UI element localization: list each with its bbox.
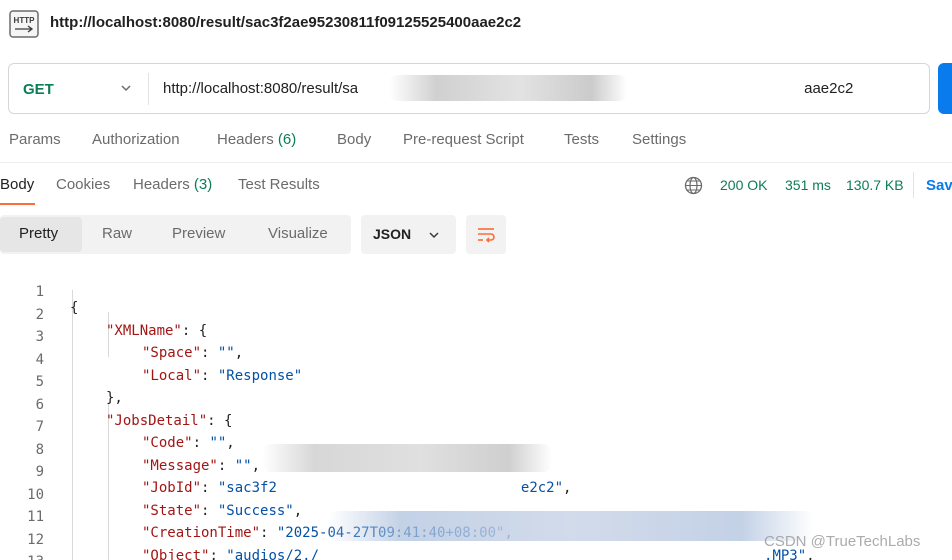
format-select[interactable]: JSON [361,215,456,254]
view-pretty[interactable]: Pretty [0,217,82,252]
tab-body[interactable]: Body [337,131,371,148]
code-line: 4 "Local": "Response" [35,352,303,384]
response-tab-test-results[interactable]: Test Results [238,176,320,193]
tab-tests[interactable]: Tests [564,131,599,148]
tabs-divider [0,162,952,163]
redaction-blur [262,444,552,472]
request-title[interactable]: http://localhost:8080/result/sac3f2ae952… [50,14,521,31]
chevron-down-icon[interactable] [119,81,133,95]
response-tab-cookies[interactable]: Cookies [56,176,110,193]
url-end: aae2c2 [804,80,854,97]
save-response-button[interactable]: Sav [926,177,952,194]
url-divider [148,73,149,105]
view-mode-group: Pretty Raw Preview Visualize [0,215,351,254]
headers-count: (6) [277,131,297,148]
code-line: 2 "XMLName": { [35,307,208,339]
response-tab-body[interactable]: Body [0,176,34,193]
code-line: 3 "Space": "", [35,329,244,361]
http-icon: HTTP [9,10,39,38]
response-headers-count: (3) [193,176,213,193]
method-select[interactable]: GET [23,81,54,98]
tab-settings[interactable]: Settings [632,131,686,148]
redaction-blur [328,511,814,541]
code-line: 5 }, [35,374,123,406]
wrap-lines-icon [478,228,495,243]
response-tab-headers[interactable]: Headers (3) [133,176,212,193]
code-line: 1 { [35,284,79,316]
view-preview[interactable]: Preview [172,225,225,242]
watermark: CSDN @TrueTechLabs [764,533,921,550]
tab-pre-request-script[interactable]: Pre-request Script [403,131,524,148]
active-tab-underline [0,203,35,205]
globe-icon[interactable] [684,176,703,195]
tab-authorization[interactable]: Authorization [92,131,180,148]
response-time[interactable]: 351 ms [785,177,831,193]
wrap-lines-button[interactable] [466,215,506,254]
code-line: 6 "JobsDetail": { [35,397,233,429]
response-size[interactable]: 130.7 KB [846,177,904,193]
svg-text:HTTP: HTTP [14,16,36,25]
status-divider [913,172,914,198]
format-label: JSON [373,226,412,242]
code-line: 10 "State": "Success", [27,487,303,519]
tab-headers[interactable]: Headers (6) [217,131,296,148]
send-button[interactable] [938,63,952,114]
view-visualize[interactable]: Visualize [268,225,328,242]
redaction-blur [389,75,627,101]
code-line: 7 "Code": "", [35,419,235,451]
url-start: http://localhost:8080/result/sa [163,80,359,97]
chevron-down-icon [429,232,439,239]
status-code[interactable]: 200 OK [720,177,767,193]
view-raw[interactable]: Raw [102,225,132,242]
url-bar: GET http://localhost:8080/result/sa aae2c… [8,63,930,114]
tab-params[interactable]: Params [9,131,61,148]
request-title-bar: HTTP http://localhost:8080/result/sac3f2… [0,0,952,50]
